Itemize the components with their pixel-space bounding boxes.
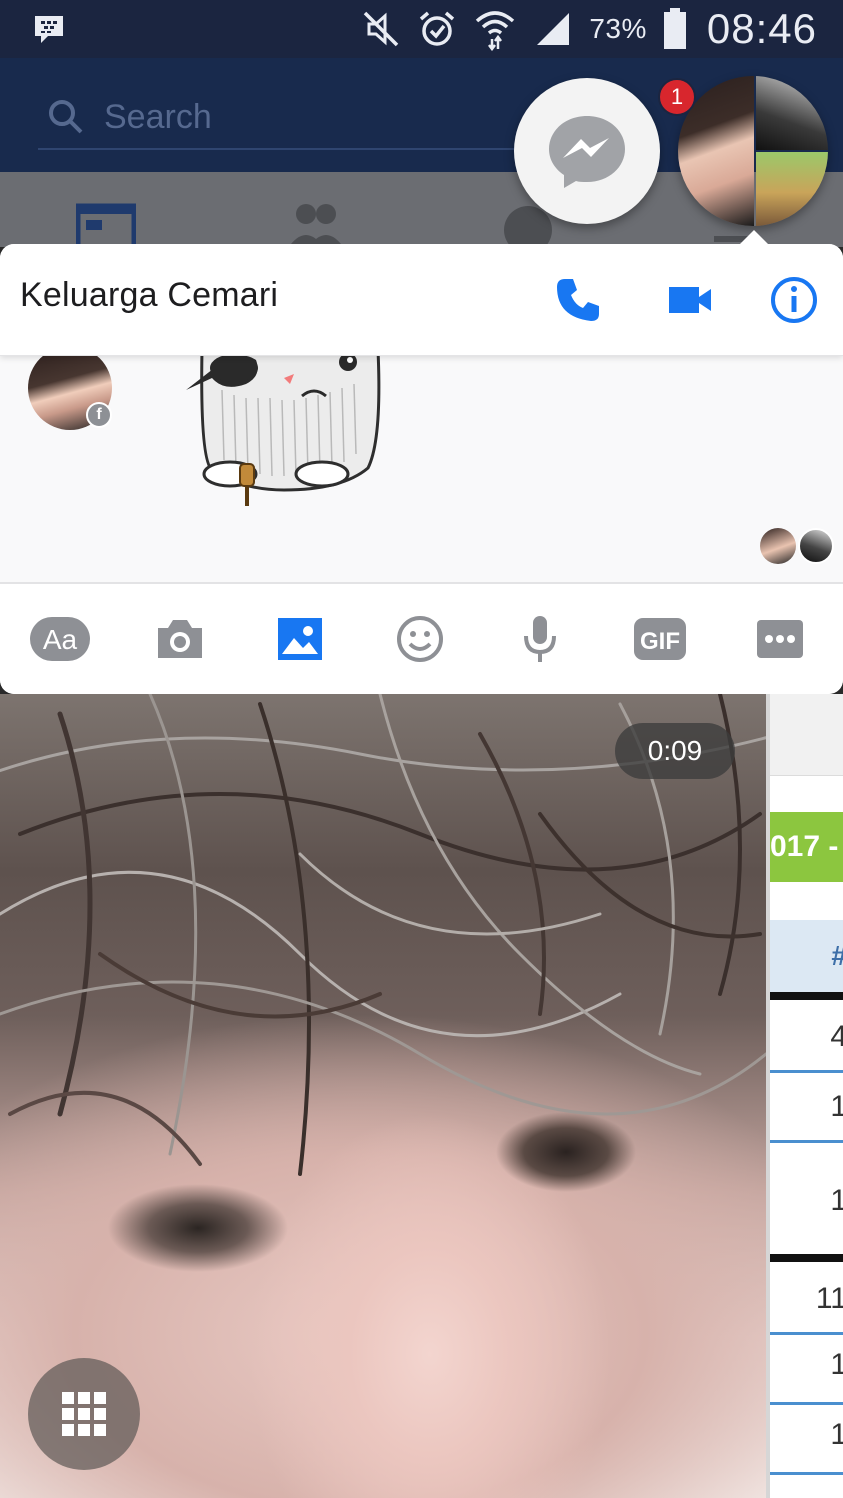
search-icon	[49, 100, 83, 134]
facebook-badge-icon: f	[86, 402, 112, 428]
notification-badge: 1	[658, 78, 696, 116]
friends-icon[interactable]	[286, 200, 346, 248]
battery-percent: 73%	[589, 13, 647, 44]
seen-avatar	[760, 528, 796, 564]
sheet-header: #	[770, 920, 843, 992]
text-button[interactable]: Aa	[28, 614, 92, 664]
wifi-icon	[476, 11, 515, 51]
sheet-cell: 4	[770, 1020, 843, 1054]
emoji-icon	[397, 616, 443, 662]
divider	[770, 1254, 843, 1262]
news-feed-icon[interactable]	[76, 200, 136, 248]
phone-icon	[557, 279, 599, 321]
video-timer: 0:09	[615, 723, 735, 779]
facebook-search-bar[interactable]: Search	[38, 86, 558, 150]
message-composer: Aa GIF	[0, 582, 843, 694]
avatar	[756, 152, 828, 226]
grid-icon	[62, 1392, 106, 1436]
image-gallery-icon	[278, 618, 322, 660]
conversation-title[interactable]: Keluarga Cemari	[20, 276, 278, 315]
screen: 73% 08:46 Search 1 Keluarga Cemari f Aa …	[0, 0, 843, 1498]
sheet-cell: 1	[770, 1418, 843, 1452]
bbm-icon	[35, 16, 63, 43]
alarm-icon	[420, 11, 455, 46]
sheet-cell: 1	[770, 1184, 843, 1218]
video-call-icon	[669, 287, 711, 313]
avatar	[756, 76, 828, 150]
text-input-icon: Aa	[30, 617, 90, 661]
gif-label: GIF	[640, 628, 680, 655]
mute-icon	[364, 11, 399, 47]
clock: 08:46	[706, 5, 817, 52]
chat-header: Keluarga Cemari	[0, 244, 843, 356]
divider	[770, 1140, 843, 1143]
microphone-button[interactable]	[508, 614, 572, 664]
camera-button[interactable]	[148, 614, 212, 664]
more-button[interactable]	[748, 614, 812, 664]
seen-avatar	[798, 528, 834, 564]
conversation-info-button[interactable]	[766, 272, 822, 328]
microphone-icon	[524, 616, 556, 662]
messenger-icon	[549, 116, 625, 188]
status-icons: 73% 08:46	[361, 5, 817, 52]
divider	[770, 1070, 843, 1073]
group-chat-head[interactable]	[678, 76, 828, 226]
sheet-toolbar	[770, 694, 843, 776]
gif-icon: GIF	[634, 618, 686, 660]
voice-call-button[interactable]	[550, 272, 606, 328]
signal-icon	[537, 13, 570, 45]
video-call-button[interactable]	[662, 272, 718, 328]
sheet-banner: 017 -	[770, 812, 843, 882]
divider	[770, 1332, 843, 1335]
background-spreadsheet: 017 - # 4 1 1 11 1 1	[766, 694, 843, 1498]
chat-head-pointer	[738, 230, 770, 246]
battery-icon	[663, 8, 686, 49]
camera-icon	[158, 620, 202, 658]
sheet-cell: 11	[815, 1282, 843, 1315]
search-placeholder: Search	[104, 97, 212, 136]
divider	[770, 1402, 843, 1405]
gif-button[interactable]: GIF	[628, 614, 692, 664]
text-button-label: Aa	[43, 624, 78, 655]
messenger-chat-head[interactable]	[514, 78, 660, 224]
divider	[770, 992, 843, 1000]
more-options-icon	[757, 620, 803, 658]
chat-panel: Keluarga Cemari f Aa GIF	[0, 244, 843, 694]
sheet-cell: 1	[770, 1348, 843, 1382]
sheet-cell: 1	[770, 1090, 843, 1124]
status-bar: 73% 08:46	[0, 0, 843, 58]
gallery-button[interactable]	[268, 614, 332, 664]
emoji-button[interactable]	[388, 614, 452, 664]
info-icon	[771, 277, 817, 323]
divider	[770, 1472, 843, 1475]
app-drawer-button[interactable]	[28, 1358, 140, 1470]
sticker-message[interactable]	[172, 340, 396, 512]
